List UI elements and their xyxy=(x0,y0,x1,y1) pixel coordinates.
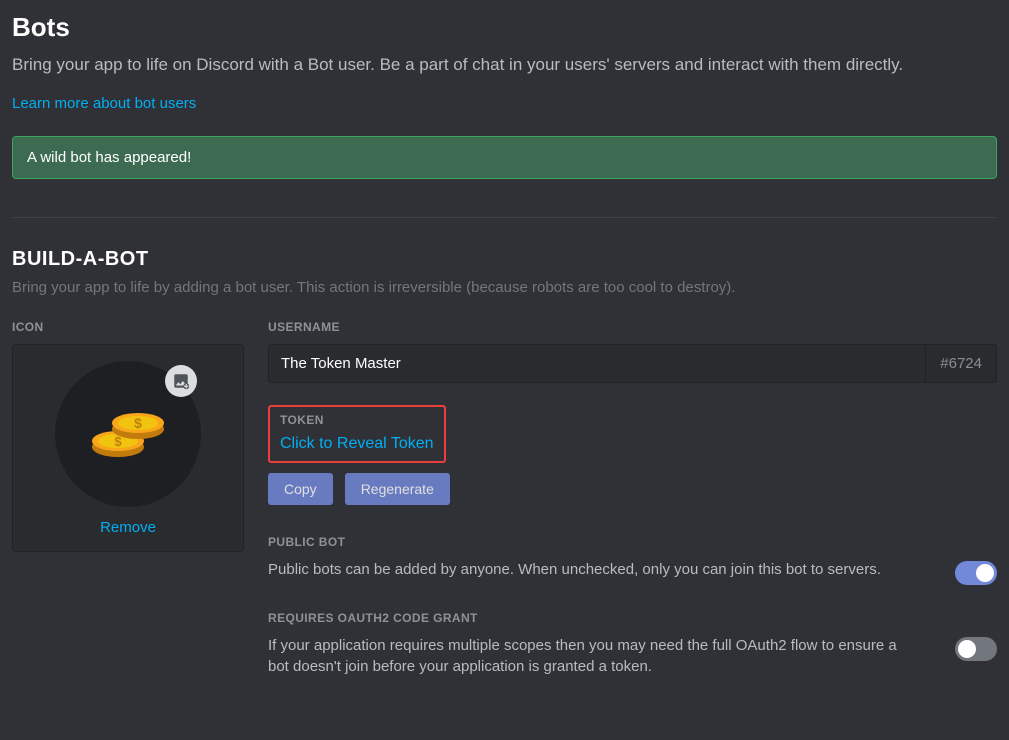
upload-image-icon[interactable] xyxy=(165,365,197,397)
learn-more-link[interactable]: Learn more about bot users xyxy=(12,95,196,112)
svg-text:$: $ xyxy=(134,415,142,431)
divider xyxy=(12,217,997,218)
copy-button[interactable]: Copy xyxy=(268,473,333,505)
oauth-grant-toggle[interactable] xyxy=(955,637,997,661)
regenerate-button[interactable]: Regenerate xyxy=(345,473,450,505)
discriminator: #6724 xyxy=(925,344,997,383)
oauth-grant-desc: If your application requires multiple sc… xyxy=(268,635,908,677)
svg-text:$: $ xyxy=(114,434,122,449)
avatar-upload[interactable]: $ $ xyxy=(55,361,201,507)
public-bot-label: PUBLIC BOT xyxy=(268,535,997,549)
success-notice: A wild bot has appeared! xyxy=(12,136,997,179)
username-label: USERNAME xyxy=(268,320,997,334)
icon-label: ICON xyxy=(12,320,244,334)
page-description: Bring your app to life on Discord with a… xyxy=(12,53,997,77)
token-label: TOKEN xyxy=(280,413,434,427)
build-title: BUILD-A-BOT xyxy=(12,248,997,271)
reveal-token-link[interactable]: Click to Reveal Token xyxy=(280,435,434,452)
remove-icon-link[interactable]: Remove xyxy=(100,519,156,536)
username-input[interactable] xyxy=(268,344,925,383)
public-bot-toggle[interactable] xyxy=(955,561,997,585)
oauth-grant-label: REQUIRES OAUTH2 CODE GRANT xyxy=(268,611,997,625)
page-title: Bots xyxy=(12,12,997,43)
token-highlight: TOKEN Click to Reveal Token xyxy=(268,405,446,463)
coins-icon: $ $ xyxy=(88,399,168,469)
public-bot-desc: Public bots can be added by anyone. When… xyxy=(268,559,881,580)
icon-card: $ $ Remove xyxy=(12,344,244,552)
build-subtitle: Bring your app to life by adding a bot u… xyxy=(12,279,997,296)
